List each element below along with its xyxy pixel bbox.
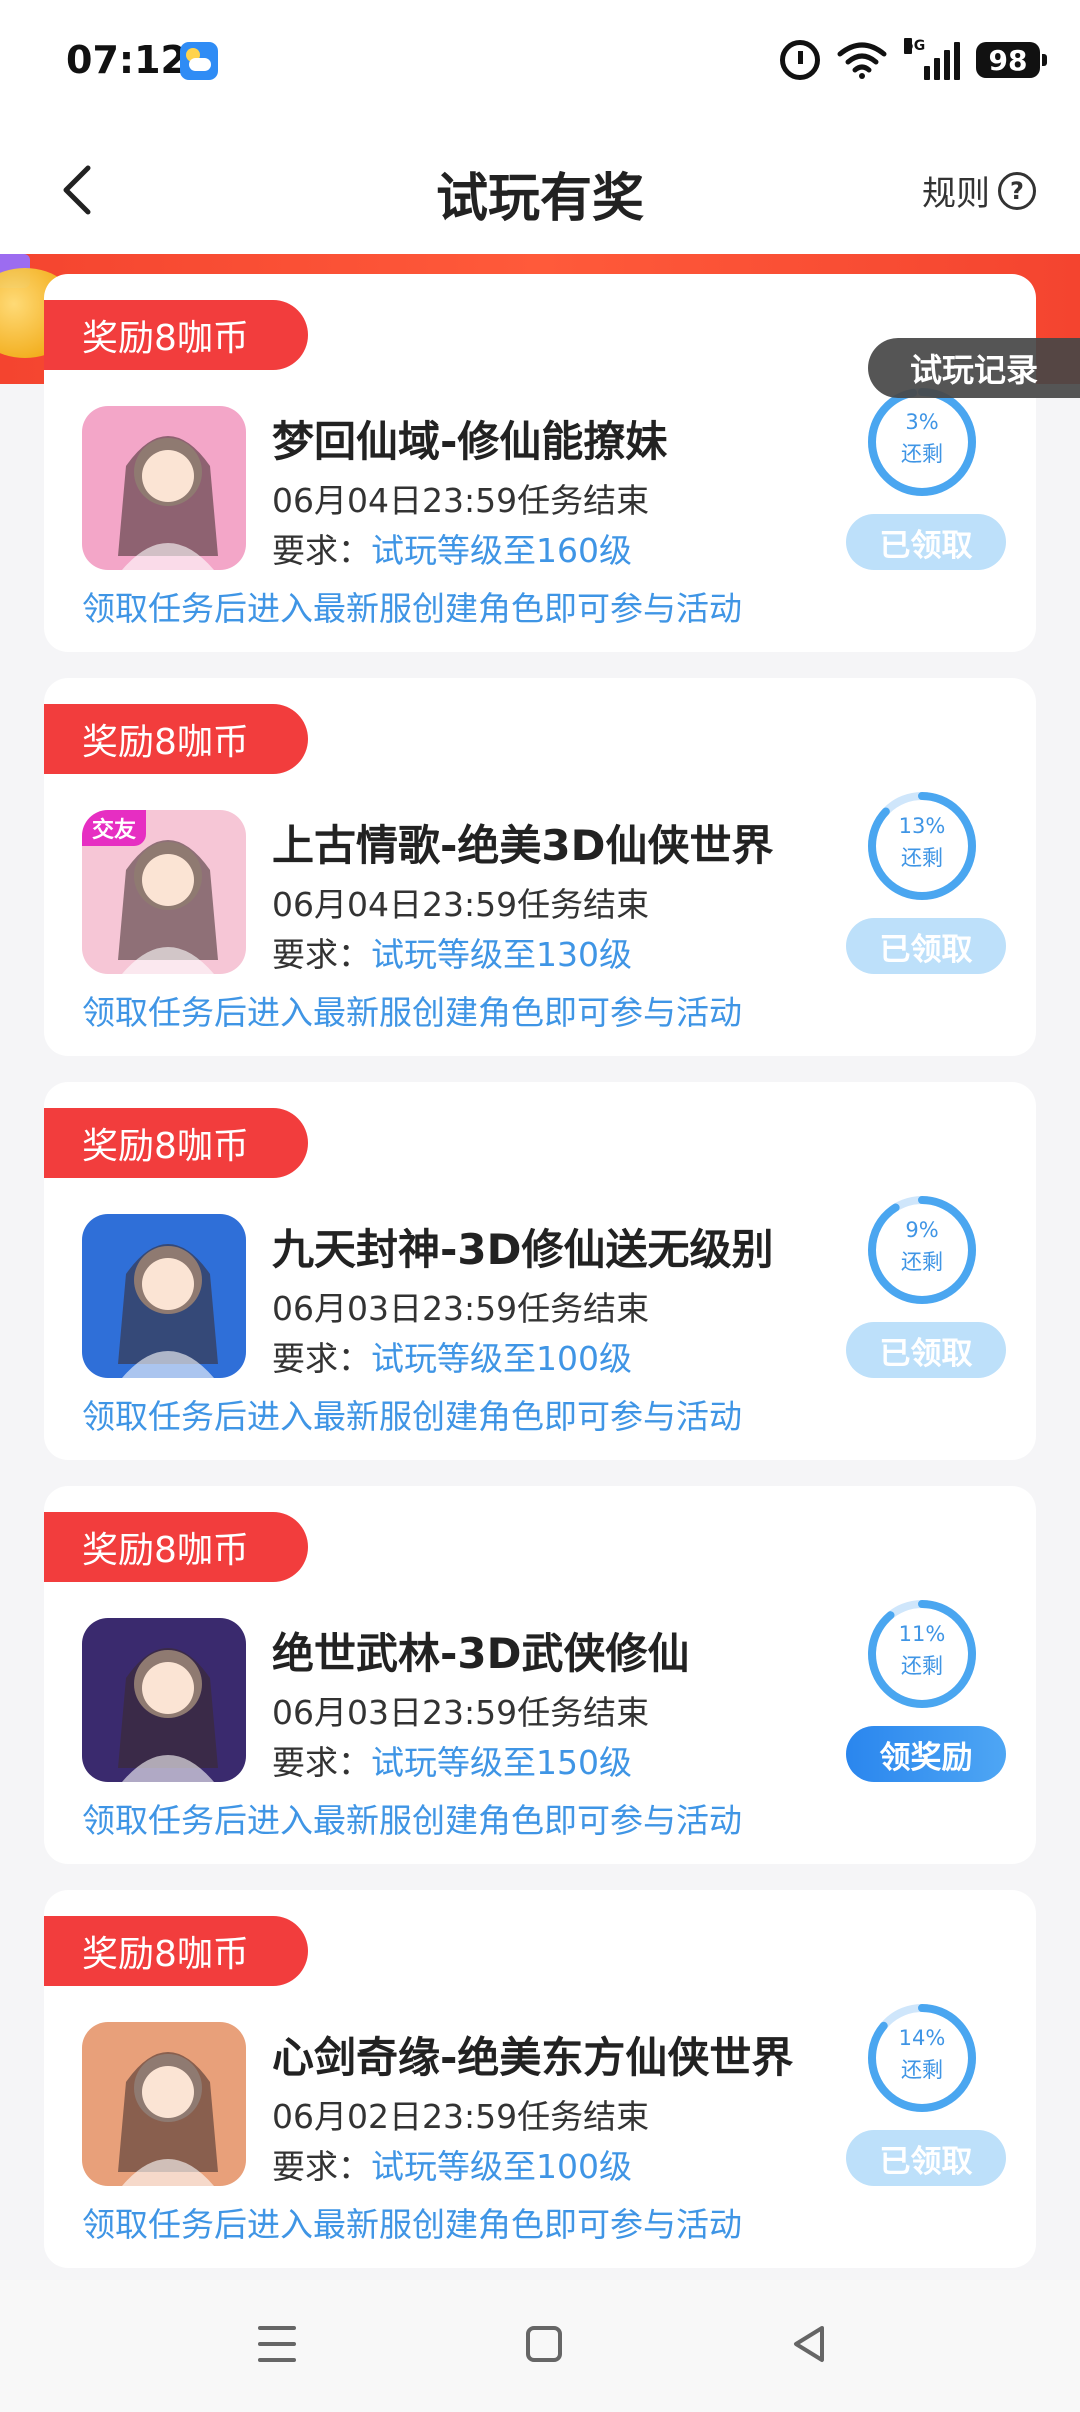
progress-percent: 11% xyxy=(898,1622,946,1646)
claim-button[interactable]: 已领取 xyxy=(846,918,1006,974)
reward-tag: 奖励8咖币 xyxy=(44,1108,308,1178)
game-icon[interactable]: 交友 xyxy=(82,810,246,974)
task-requirement: 要求：试玩等级至150级 xyxy=(272,1736,632,1784)
rules-label: 规则 xyxy=(922,174,990,214)
requirement-label: 要求： xyxy=(272,1743,371,1782)
task-requirement: 要求：试玩等级至100级 xyxy=(272,2140,632,2188)
status-icons: 5G 98 xyxy=(780,38,1047,82)
game-icon[interactable] xyxy=(82,1214,246,1378)
progress-remaining-label: 还剩 xyxy=(901,2058,943,2082)
requirement-value: 试玩等级至100级 xyxy=(371,1339,632,1378)
progress-percent: 3% xyxy=(905,410,939,434)
progress-remaining-label: 还剩 xyxy=(901,846,943,870)
progress-percent: 14% xyxy=(898,2026,946,2050)
task-card[interactable]: 奖励8咖币 交友 上古情歌-绝美3D仙侠世界 06月04日23:59任务结束 要… xyxy=(44,678,1036,1056)
game-name: 绝世武林-3D武侠修仙 xyxy=(272,1629,690,1678)
trial-record-button[interactable]: 试玩记录 xyxy=(868,338,1080,398)
game-art-icon xyxy=(82,2022,246,2186)
triangle-back-icon[interactable] xyxy=(790,2324,830,2364)
claim-button[interactable]: 已领取 xyxy=(846,514,1006,570)
game-art-icon xyxy=(82,1618,246,1782)
game-icon[interactable] xyxy=(82,1618,246,1782)
progress-remaining-label: 还剩 xyxy=(901,442,943,466)
wifi-icon xyxy=(837,42,887,79)
reward-tag: 奖励8咖币 xyxy=(44,704,308,774)
help-icon: ? xyxy=(998,171,1036,210)
task-requirement: 要求：试玩等级至130级 xyxy=(272,928,632,976)
task-deadline: 06月04日23:59任务结束 xyxy=(272,481,650,520)
game-name: 梦回仙域-修仙能撩妹 xyxy=(272,417,668,466)
task-card[interactable]: 奖励8咖币 心剑奇缘-绝美东方仙侠世界 06月02日23:59任务结束 要求：试… xyxy=(44,1890,1036,2268)
claim-button[interactable]: 已领取 xyxy=(846,2130,1006,2186)
task-deadline: 06月04日23:59任务结束 xyxy=(272,885,650,924)
alarm-icon xyxy=(780,40,820,80)
reward-tag: 奖励8咖币 xyxy=(44,300,308,370)
task-card[interactable]: 奖励8咖币 九天封神-3D修仙送无级别 06月03日23:59任务结束 要求：试… xyxy=(44,1082,1036,1460)
task-note: 领取任务后进入最新服创建角色即可参与活动 xyxy=(82,1397,742,1436)
progress-remaining-label: 还剩 xyxy=(901,1250,943,1274)
task-deadline: 06月03日23:59任务结束 xyxy=(272,1693,650,1732)
page-title: 试玩有奖 xyxy=(435,169,644,229)
game-name: 心剑奇缘-绝美东方仙侠世界 xyxy=(272,2033,794,2082)
game-name: 上古情歌-绝美3D仙侠世界 xyxy=(272,821,774,870)
cell-signal-icon: 5G xyxy=(904,38,960,80)
home-square-icon[interactable] xyxy=(526,2326,562,2362)
task-requirement: 要求：试玩等级至160级 xyxy=(272,524,632,572)
task-deadline: 06月02日23:59任务结束 xyxy=(272,2097,650,2136)
requirement-value: 试玩等级至160级 xyxy=(371,531,632,570)
task-card[interactable]: 奖励8咖币 梦回仙域-修仙能撩妹 06月04日23:59任务结束 要求：试玩等级… xyxy=(44,274,1036,652)
game-icon[interactable] xyxy=(82,406,246,570)
game-badge: 交友 xyxy=(82,810,147,846)
status-bar: 07:12 5G 98 xyxy=(0,0,1080,124)
rules-button[interactable]: 规则 ? xyxy=(922,166,1036,215)
task-note: 领取任务后进入最新服创建角色即可参与活动 xyxy=(82,2205,742,2244)
task-note: 领取任务后进入最新服创建角色即可参与活动 xyxy=(82,993,742,1032)
game-icon[interactable] xyxy=(82,2022,246,2186)
task-note: 领取任务后进入最新服创建角色即可参与活动 xyxy=(82,589,742,628)
remaining-progress: 14% 还剩 xyxy=(866,2002,978,2114)
task-list: 奖励8咖币 梦回仙域-修仙能撩妹 06月04日23:59任务结束 要求：试玩等级… xyxy=(44,274,1036,2294)
progress-percent: 13% xyxy=(898,814,946,838)
progress-remaining-label: 还剩 xyxy=(901,1654,943,1678)
progress-text: 13% 还剩 xyxy=(866,810,978,874)
reward-tag: 奖励8咖币 xyxy=(44,1512,308,1582)
task-note: 领取任务后进入最新服创建角色即可参与活动 xyxy=(82,1801,742,1840)
remaining-progress: 3% 还剩 xyxy=(866,386,978,498)
claim-button[interactable]: 已领取 xyxy=(846,1322,1006,1378)
task-card[interactable]: 奖励8咖币 绝世武林-3D武侠修仙 06月03日23:59任务结束 要求：试玩等… xyxy=(44,1486,1036,1864)
requirement-label: 要求： xyxy=(272,2147,371,2186)
requirement-value: 试玩等级至100级 xyxy=(371,2147,632,2186)
game-art-icon xyxy=(82,1214,246,1378)
game-name: 九天封神-3D修仙送无级别 xyxy=(272,1225,774,1274)
battery-icon: 98 xyxy=(976,42,1047,78)
requirement-value: 试玩等级至150级 xyxy=(371,1743,632,1782)
reward-tag: 奖励8咖币 xyxy=(44,1916,308,1986)
menu-icon[interactable] xyxy=(258,2326,296,2366)
system-nav-bar xyxy=(0,2280,1080,2412)
task-deadline: 06月03日23:59任务结束 xyxy=(272,1289,650,1328)
network-type: 5G xyxy=(904,38,926,54)
progress-text: 14% 还剩 xyxy=(866,2022,978,2086)
remaining-progress: 9% 还剩 xyxy=(866,1194,978,1306)
task-requirement: 要求：试玩等级至100级 xyxy=(272,1332,632,1380)
progress-text: 9% 还剩 xyxy=(866,1214,978,1278)
progress-text: 11% 还剩 xyxy=(866,1618,978,1682)
claim-button[interactable]: 领奖励 xyxy=(846,1726,1006,1782)
requirement-label: 要求： xyxy=(272,1339,371,1378)
remaining-progress: 11% 还剩 xyxy=(866,1598,978,1710)
requirement-value: 试玩等级至130级 xyxy=(371,935,632,974)
remaining-progress: 13% 还剩 xyxy=(866,790,978,902)
battery-level: 98 xyxy=(988,43,1028,77)
requirement-label: 要求： xyxy=(272,935,371,974)
requirement-label: 要求： xyxy=(272,531,371,570)
status-time: 07:12 xyxy=(66,38,187,82)
header: 试玩有奖 规则 ? xyxy=(0,124,1080,254)
weather-icon xyxy=(180,42,218,80)
game-art-icon xyxy=(82,406,246,570)
progress-text: 3% 还剩 xyxy=(866,406,978,470)
progress-percent: 9% xyxy=(905,1218,939,1242)
